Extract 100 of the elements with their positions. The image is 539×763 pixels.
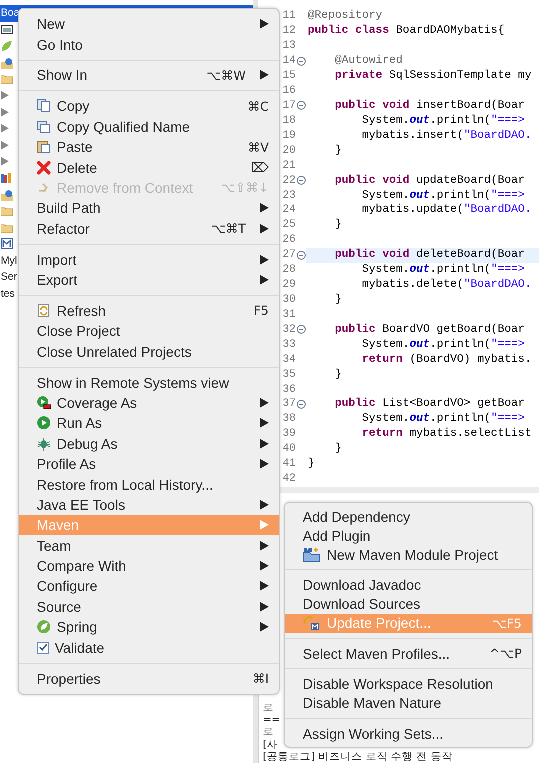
- fold-icon[interactable]: [296, 250, 306, 260]
- console-line: ==: [263, 714, 281, 726]
- menu-item[interactable]: Debug As: [19, 434, 279, 454]
- code-line: System.out.println("===>: [361, 412, 526, 427]
- code-line: public BoardVO getBoard(Boar: [334, 322, 526, 338]
- menu-item[interactable]: Team: [19, 535, 279, 556]
- menu-item[interactable]: Coverage As: [19, 392, 279, 414]
- globe-icon: [1, 56, 13, 69]
- line-number: 17: [282, 100, 296, 112]
- leaf-icon: [37, 620, 51, 634]
- code-line: System.out.println("===>: [361, 262, 526, 278]
- line-number: 28: [282, 264, 296, 276]
- line-number: 24: [282, 204, 296, 216]
- submenu-arrow-icon: [260, 520, 269, 530]
- line-number: 37: [282, 398, 296, 410]
- menu-item[interactable]: Close Project: [19, 321, 279, 342]
- menu-item[interactable]: Add Plugin: [285, 526, 532, 545]
- line-number: 30: [282, 294, 296, 306]
- menu-item[interactable]: Download Sources: [285, 594, 532, 614]
- menu-item[interactable]: Show In ⌥⌘W: [19, 65, 279, 86]
- fold-icon[interactable]: [296, 400, 306, 409]
- checkbox[interactable]: [37, 642, 49, 654]
- line-number: 13: [282, 40, 296, 52]
- submenu-arrow-icon: [260, 438, 269, 449]
- menu-item[interactable]: Delete ⌦: [19, 157, 279, 178]
- code-line: System.out.println("===>: [361, 114, 526, 128]
- menu-item[interactable]: New Maven Module Project: [285, 545, 532, 564]
- menu-item[interactable]: Build Path: [19, 198, 279, 219]
- code-line: public class BoardDAOMybatis{: [307, 24, 506, 39]
- run-icon: [37, 416, 51, 430]
- code-line: public void updateBoard(Boar: [334, 174, 526, 188]
- folder-icon: [1, 222, 13, 234]
- menu-item[interactable]: Spring: [19, 617, 279, 638]
- line-number: 23: [282, 190, 296, 202]
- tree-item-label[interactable]: Myl: [1, 254, 18, 267]
- menu-item[interactable]: Restore from Local History...: [19, 474, 279, 495]
- module-icon: [303, 546, 321, 562]
- menu-item[interactable]: Profile As: [19, 454, 279, 474]
- code-line: }: [334, 442, 343, 457]
- fold-icon[interactable]: [296, 325, 306, 334]
- console-line: 로: [263, 726, 274, 739]
- delete-icon: [37, 160, 51, 175]
- menu-item[interactable]: Java EE Tools: [19, 494, 279, 516]
- menu-item[interactable]: Assign Working Sets...: [285, 724, 532, 743]
- code-line: mybatis.insert("BoardDAO.: [361, 128, 533, 144]
- copy-icon: [37, 120, 51, 134]
- menu-item[interactable]: Refactor ⌥⌘T: [19, 218, 279, 239]
- menu-item[interactable]: Add Dependency: [285, 507, 532, 526]
- fold-icon[interactable]: [296, 176, 306, 186]
- line-number: 14: [282, 55, 296, 68]
- submenu-arrow-icon: [260, 274, 269, 285]
- menu-item[interactable]: Disable Maven Nature: [285, 694, 532, 712]
- line-number: 11: [282, 10, 296, 22]
- tree-item-label[interactable]: Ser: [1, 271, 18, 284]
- menu-item[interactable]: Close Unrelated Projects: [19, 341, 279, 362]
- update-icon: [303, 615, 321, 631]
- menu-item[interactable]: New: [19, 14, 279, 34]
- code-line: public List<BoardVO> getBoar: [334, 396, 526, 412]
- submenu-arrow-icon: [260, 70, 269, 80]
- globe-icon: [1, 188, 13, 201]
- line-number: 33: [282, 338, 296, 351]
- tree-item-label[interactable]: tes: [1, 288, 16, 300]
- menu-item[interactable]: Copy Qualified Name: [19, 116, 279, 137]
- code-line: mybatis.delete("BoardDAO.: [361, 278, 533, 293]
- menu-item[interactable]: Export: [19, 270, 279, 290]
- line-number: 40: [282, 443, 296, 456]
- console-line: [공통로그] 비즈니스 로직 수행 전 동작: [263, 750, 453, 763]
- line-number: 27: [282, 249, 296, 262]
- menu-item[interactable]: Copy ⌘C: [19, 96, 279, 117]
- code-line: return mybatis.selectList: [361, 426, 533, 442]
- submenu-arrow-icon: [260, 500, 269, 510]
- refresh-icon: [37, 304, 51, 318]
- menu-item[interactable]: Go Into: [19, 34, 279, 55]
- menu-item[interactable]: Select Maven Profiles... ^⌥P: [285, 644, 532, 663]
- menu-item[interactable]: Refresh F5: [19, 300, 279, 322]
- code-line: System.out.println("===>: [361, 338, 526, 352]
- menu-item[interactable]: Show in Remote Systems view: [19, 372, 279, 393]
- menu-item[interactable]: Validate: [19, 637, 279, 658]
- fold-icon[interactable]: [296, 56, 306, 66]
- menu-item[interactable]: Compare With: [19, 556, 279, 576]
- menu-item[interactable]: Source: [19, 596, 279, 618]
- line-number: 39: [282, 428, 296, 440]
- menu-item[interactable]: Disable Workspace Resolution: [285, 674, 532, 694]
- coverage-icon: [37, 396, 51, 410]
- code-line: }: [334, 144, 343, 158]
- folder-icon: [1, 205, 13, 218]
- line-number: 25: [282, 219, 296, 232]
- fold-icon[interactable]: [296, 101, 306, 110]
- code-line: @Autowired: [334, 54, 404, 69]
- submenu-arrow-icon: [260, 398, 269, 408]
- menu-item[interactable]: Configure: [19, 576, 279, 597]
- menu-item[interactable]: Paste ⌘V: [19, 136, 279, 158]
- menu-item[interactable]: Properties ⌘I: [19, 668, 279, 689]
- menu-item[interactable]: Import: [19, 249, 279, 270]
- line-number: 32: [282, 324, 296, 336]
- menu-item[interactable]: Download Javadoc: [285, 576, 532, 594]
- line-number: 35: [282, 368, 296, 381]
- menu-item[interactable]: Run As: [19, 413, 279, 434]
- code-line: return (BoardVO) mybatis.: [361, 352, 533, 368]
- line-number: 22: [282, 174, 296, 187]
